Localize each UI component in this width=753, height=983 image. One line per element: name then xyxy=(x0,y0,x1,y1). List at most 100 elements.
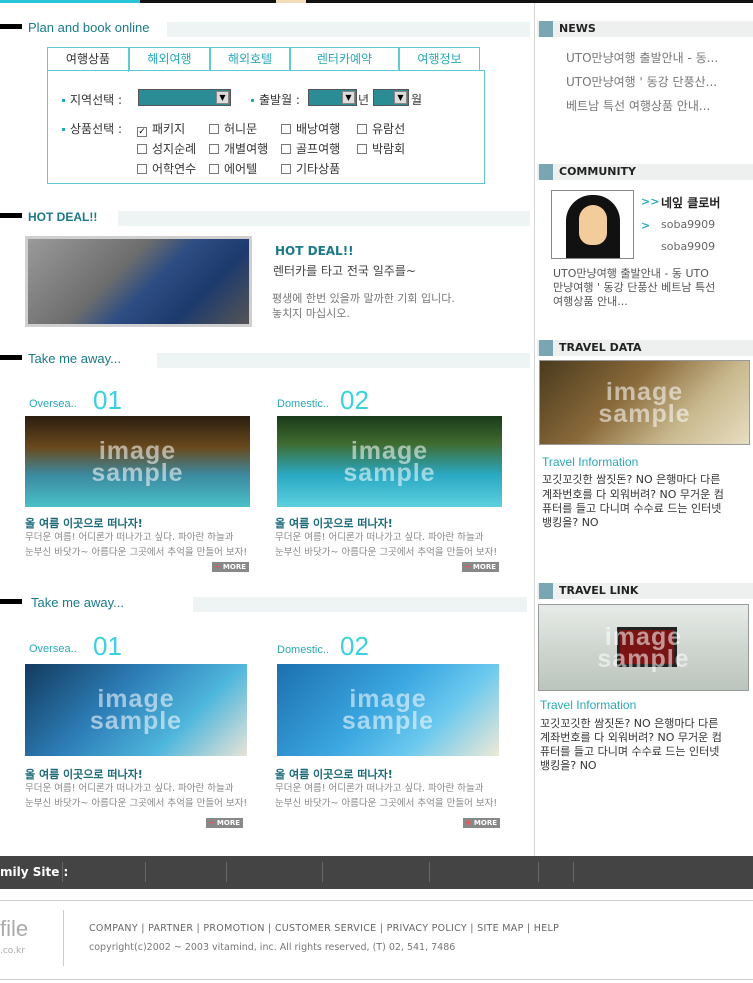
product-checkbox-label: 기타상품 xyxy=(296,162,341,176)
checkbox-box[interactable] xyxy=(209,124,219,134)
community-user-2[interactable]: soba9909 xyxy=(661,240,715,253)
family-site-bar: mily Site : xyxy=(0,856,753,889)
take2-card2-more-button[interactable]: MORE xyxy=(463,818,500,828)
footer-copyright: copyright(c)2002 ~ 2003 vitamind, inc. A… xyxy=(89,942,456,953)
family-site-label: mily Site : xyxy=(0,865,69,879)
tab-rentcar[interactable]: 렌터카예약 xyxy=(290,47,399,71)
hotdeal-desc-1: 평생에 한번 있을까 말까한 기회 입니다. xyxy=(272,292,455,305)
community-header: COMMUNITY xyxy=(537,164,753,180)
take1-card1-number: 01 xyxy=(93,385,122,415)
top-bar xyxy=(0,0,753,3)
take1-card2-image[interactable]: image sample xyxy=(277,416,502,507)
product-checkbox-label: 어학연수 xyxy=(152,162,197,176)
take2-card2-desc1: 무더운 여름! 어디론가 떠나가고 싶다. 파아란 하늘과 xyxy=(275,783,484,794)
take2-card2-title[interactable]: 올 여름 이곳으로 떠나자! xyxy=(275,766,393,782)
hotdeal-subtitle: 렌터카를 타고 전국 일주를~ xyxy=(273,264,416,278)
travel-data-text-4: 뱅킹을? NO xyxy=(542,516,599,529)
take1-section-header: Take me away... xyxy=(0,351,530,369)
checkbox-box[interactable] xyxy=(209,164,219,174)
tab-overseas-hotel[interactable]: 해외호텔 xyxy=(210,47,290,71)
community-text-2[interactable]: 만냥여행 ' 동강 단풍산 베트남 특선 xyxy=(553,280,715,295)
take2-card1-image[interactable]: image sample xyxy=(25,664,247,756)
product-checkbox-label: 에어텔 xyxy=(224,162,258,176)
tab-overseas-travel[interactable]: 해외여행 xyxy=(129,47,210,71)
take1-card2-title[interactable]: 올 여름 이곳으로 떠나자! xyxy=(275,515,393,531)
footer-logo[interactable]: file xyxy=(0,916,28,942)
travel-data-text-1: 꼬깃꼬깃한 쌈짓돈? NO 은행마다 다른 xyxy=(542,473,721,486)
product-checkbox[interactable]: 골프여행 xyxy=(281,140,340,157)
hotdeal-title[interactable]: HOT DEAL!! xyxy=(275,244,354,258)
travel-data-label[interactable]: Travel Information xyxy=(542,455,638,469)
travel-link-image[interactable]: image sample xyxy=(538,604,749,691)
tab-travel-info[interactable]: 여행정보 xyxy=(399,47,480,71)
community-avatar[interactable] xyxy=(551,190,634,259)
product-checkbox[interactable]: 어학연수 xyxy=(137,160,196,177)
take1-card2-more-button[interactable]: MORE xyxy=(462,562,499,572)
take2-section-header: Take me away... xyxy=(0,595,530,613)
checkbox-box[interactable] xyxy=(137,144,147,154)
checkbox-box[interactable] xyxy=(137,164,147,174)
chevron-down-icon: ▼ xyxy=(342,91,355,104)
checkbox-box[interactable] xyxy=(357,124,367,134)
product-checkbox[interactable]: 박람회 xyxy=(357,140,405,157)
take2-card2-category: Domestic.. xyxy=(277,644,329,656)
footer-bottom-divider xyxy=(0,979,753,980)
hotdeal-image[interactable] xyxy=(25,236,252,327)
take1-card1-image[interactable]: image sample xyxy=(25,416,250,507)
community-text-3[interactable]: 여행상품 안내... xyxy=(553,294,628,309)
product-checkbox[interactable]: 성지순례 xyxy=(137,140,196,157)
community-text-1[interactable]: UTO만냥여행 출발안내 - 동 UTO xyxy=(553,266,709,281)
checkbox-box[interactable] xyxy=(281,124,291,134)
region-select[interactable]: ▼ xyxy=(138,89,231,106)
news-item[interactable]: 베트남 특선 여행상품 안내... xyxy=(566,97,710,114)
news-item[interactable]: UTO만냥여행 출발안내 - 동... xyxy=(566,49,718,66)
product-checkbox[interactable]: 개별여행 xyxy=(209,140,268,157)
month-suffix: 월 xyxy=(411,93,423,107)
hotdeal-header-title: HOT DEAL!! xyxy=(28,210,98,224)
take1-card1-title[interactable]: 올 여름 이곳으로 떠나자! xyxy=(25,515,143,531)
product-checkbox[interactable]: 유람선 xyxy=(357,120,405,137)
take1-card1-more-button[interactable]: MORE xyxy=(212,562,249,572)
travel-link-label[interactable]: Travel Information xyxy=(540,698,636,712)
take1-card2-category: Domestic.. xyxy=(277,398,329,410)
tab-travel-products[interactable]: 여행상품 xyxy=(47,47,129,72)
plan-title: Plan and book online xyxy=(28,20,150,35)
product-checkbox[interactable]: 기타상품 xyxy=(281,160,340,177)
product-checkbox[interactable]: ✓ 패키지 xyxy=(137,120,185,137)
product-checkbox[interactable]: 배낭여행 xyxy=(281,120,340,137)
club-name[interactable]: 네잎 클로버 xyxy=(661,194,720,211)
footer-logo-divider xyxy=(63,910,64,966)
year-select[interactable]: ▼ xyxy=(308,89,357,106)
plan-section-header: Plan and book online xyxy=(0,20,530,38)
travel-data-image[interactable]: image sample xyxy=(539,360,750,445)
checkbox-box[interactable] xyxy=(281,164,291,174)
checkbox-box[interactable] xyxy=(357,144,367,154)
checkbox-box[interactable] xyxy=(209,144,219,154)
club-arrow-icon: >> xyxy=(641,195,660,208)
footer-links[interactable]: COMPANY | PARTNER | PROMOTION | CUSTOMER… xyxy=(89,923,559,934)
take2-card2-image[interactable]: image sample xyxy=(277,664,499,756)
travel-link-text-2: 계좌번호를 다 외워버려? NO 무거운 컴 xyxy=(540,731,722,744)
checkbox-box[interactable] xyxy=(281,144,291,154)
product-checkbox-label: 배낭여행 xyxy=(296,122,341,136)
travel-link-text-3: 퓨터를 들고 다니며 수수료 드는 인터넷 xyxy=(540,745,720,758)
take2-card2-number: 02 xyxy=(340,631,369,661)
travel-link-header: TRAVEL LINK xyxy=(537,583,753,599)
take2-card1-desc1: 무더운 여름! 어디론가 떠나가고 싶다. 파아란 하늘과 xyxy=(25,783,234,794)
checkbox-box[interactable]: ✓ xyxy=(137,127,147,137)
take2-card1-title[interactable]: 올 여름 이곳으로 떠나자! xyxy=(25,766,143,782)
news-title: NEWS xyxy=(559,22,596,35)
travel-data-header: TRAVEL DATA xyxy=(537,340,753,356)
product-label: 상품선택 : xyxy=(62,120,122,137)
community-title: COMMUNITY xyxy=(559,165,637,178)
month-select[interactable]: ▼ xyxy=(373,89,409,106)
news-item[interactable]: UTO만냥여행 ' 동강 단풍산... xyxy=(566,73,717,90)
travel-data-text-3: 퓨터를 들고 다니며 수수료 드는 인터넷 xyxy=(542,502,722,515)
product-checkbox[interactable]: 허니문 xyxy=(209,120,257,137)
hotdeal-section-header: HOT DEAL!! xyxy=(0,209,530,227)
take2-card1-more-button[interactable]: MORE xyxy=(206,818,243,828)
community-user-1[interactable]: soba9909 xyxy=(661,218,715,231)
product-checkbox[interactable]: 에어텔 xyxy=(209,160,257,177)
take1-card1-category: Oversea.. xyxy=(29,398,77,410)
chevron-down-icon: ▼ xyxy=(394,91,407,104)
